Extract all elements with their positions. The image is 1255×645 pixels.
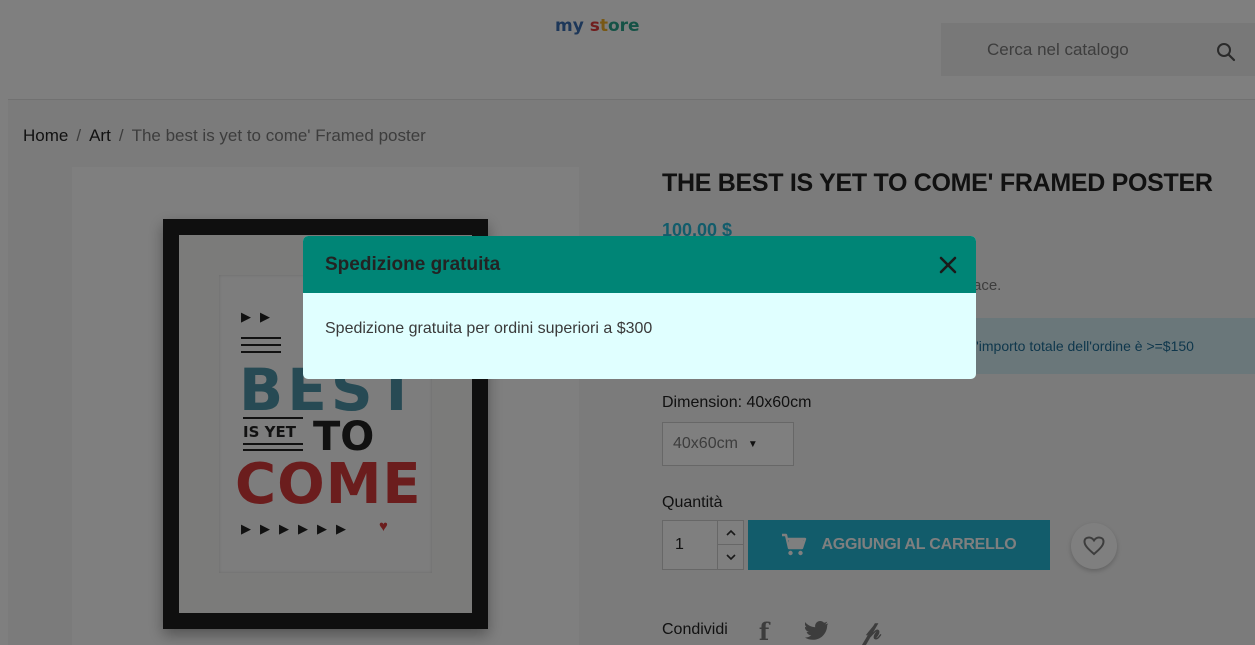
free-shipping-modal: Spedizione gratuita Spedizione gratuita … bbox=[303, 236, 976, 379]
close-icon bbox=[939, 256, 957, 274]
modal-close-button[interactable] bbox=[933, 250, 963, 280]
modal-title: Spedizione gratuita bbox=[325, 254, 501, 275]
modal-body-text: Spedizione gratuita per ordini superiori… bbox=[325, 320, 653, 337]
modal-header: Spedizione gratuita bbox=[303, 236, 976, 293]
